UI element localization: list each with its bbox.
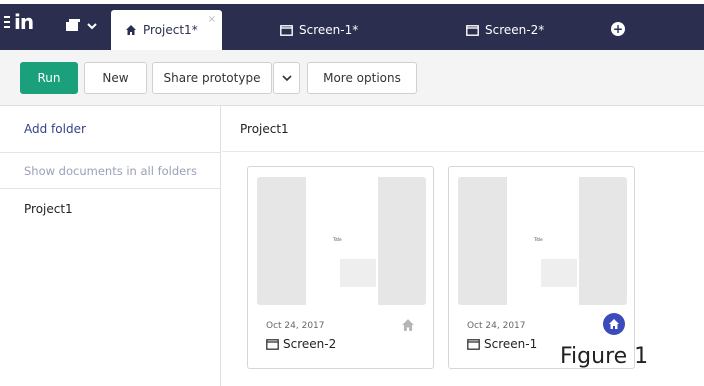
document-card-screen-1[interactable]: Title Oct 24, 2017 Screen-1 bbox=[448, 166, 635, 369]
folder-sidebar: Add folder Show documents in all folders… bbox=[0, 106, 221, 386]
home-icon bbox=[125, 24, 137, 36]
screen-thumbnail[interactable]: Title bbox=[458, 177, 627, 305]
app-logo[interactable]: in bbox=[4, 10, 44, 42]
thumbnail-page: Title bbox=[306, 177, 378, 305]
divider bbox=[222, 151, 704, 152]
new-button[interactable]: New bbox=[84, 62, 147, 94]
screen-icon bbox=[266, 338, 279, 350]
add-folder-link[interactable]: Add folder bbox=[24, 122, 86, 136]
tab-label: Screen-1* bbox=[299, 23, 359, 37]
share-options-dropdown[interactable] bbox=[273, 62, 300, 94]
divider bbox=[0, 188, 221, 189]
thumbnail-title: Title bbox=[333, 237, 342, 242]
show-all-documents-link[interactable]: Show documents in all folders bbox=[24, 164, 197, 178]
card-name: Screen-2 bbox=[266, 337, 336, 351]
menu-icon[interactable] bbox=[4, 16, 12, 31]
run-button[interactable]: Run bbox=[20, 62, 78, 94]
divider bbox=[0, 152, 221, 153]
chevron-down-icon bbox=[281, 75, 292, 81]
screen-icon bbox=[467, 338, 480, 350]
tab-project1[interactable]: Project1* × bbox=[111, 10, 222, 50]
top-strip bbox=[0, 0, 704, 4]
more-options-button[interactable]: More options bbox=[307, 62, 417, 94]
card-name-label: Screen-2 bbox=[283, 337, 337, 351]
share-prototype-button[interactable]: Share prototype bbox=[152, 62, 272, 94]
documents-menu-button[interactable] bbox=[64, 18, 104, 38]
thumbnail-title: Title bbox=[534, 237, 543, 242]
screen-icon bbox=[466, 24, 479, 36]
card-date: Oct 24, 2017 bbox=[266, 321, 325, 331]
screen-thumbnail[interactable]: Title bbox=[257, 177, 426, 305]
folders-icon bbox=[66, 19, 97, 31]
thumbnail-box bbox=[541, 259, 577, 287]
add-tab-icon[interactable]: + bbox=[611, 22, 625, 36]
card-date: Oct 24, 2017 bbox=[467, 321, 526, 331]
figure-caption: Figure 1 bbox=[560, 344, 649, 369]
thumbnail-page: Title bbox=[507, 177, 579, 305]
top-tab-bar: in Project1* × Screen-1* Screen-2* + bbox=[0, 0, 704, 50]
card-name-label: Screen-1 bbox=[484, 337, 538, 351]
sidebar-item-project1[interactable]: Project1 bbox=[24, 202, 73, 216]
screen-icon bbox=[280, 24, 293, 36]
toolbar: Run New Share prototype More options bbox=[0, 50, 704, 106]
page-title: Project1 bbox=[240, 122, 289, 136]
tab-screen-1[interactable]: Screen-1* bbox=[280, 10, 358, 50]
tab-label: Screen-2* bbox=[485, 23, 545, 37]
card-name: Screen-1 bbox=[467, 337, 537, 351]
close-icon[interactable]: × bbox=[208, 14, 216, 25]
tab-screen-2[interactable]: Screen-2* bbox=[466, 10, 544, 50]
document-card-screen-2[interactable]: Title Oct 24, 2017 Screen-2 bbox=[247, 166, 434, 369]
home-screen-icon[interactable] bbox=[603, 313, 625, 335]
logo-mark: in bbox=[14, 10, 34, 34]
tab-label: Project1* bbox=[143, 23, 198, 37]
thumbnail-box bbox=[340, 259, 376, 287]
set-home-icon[interactable] bbox=[401, 317, 415, 331]
